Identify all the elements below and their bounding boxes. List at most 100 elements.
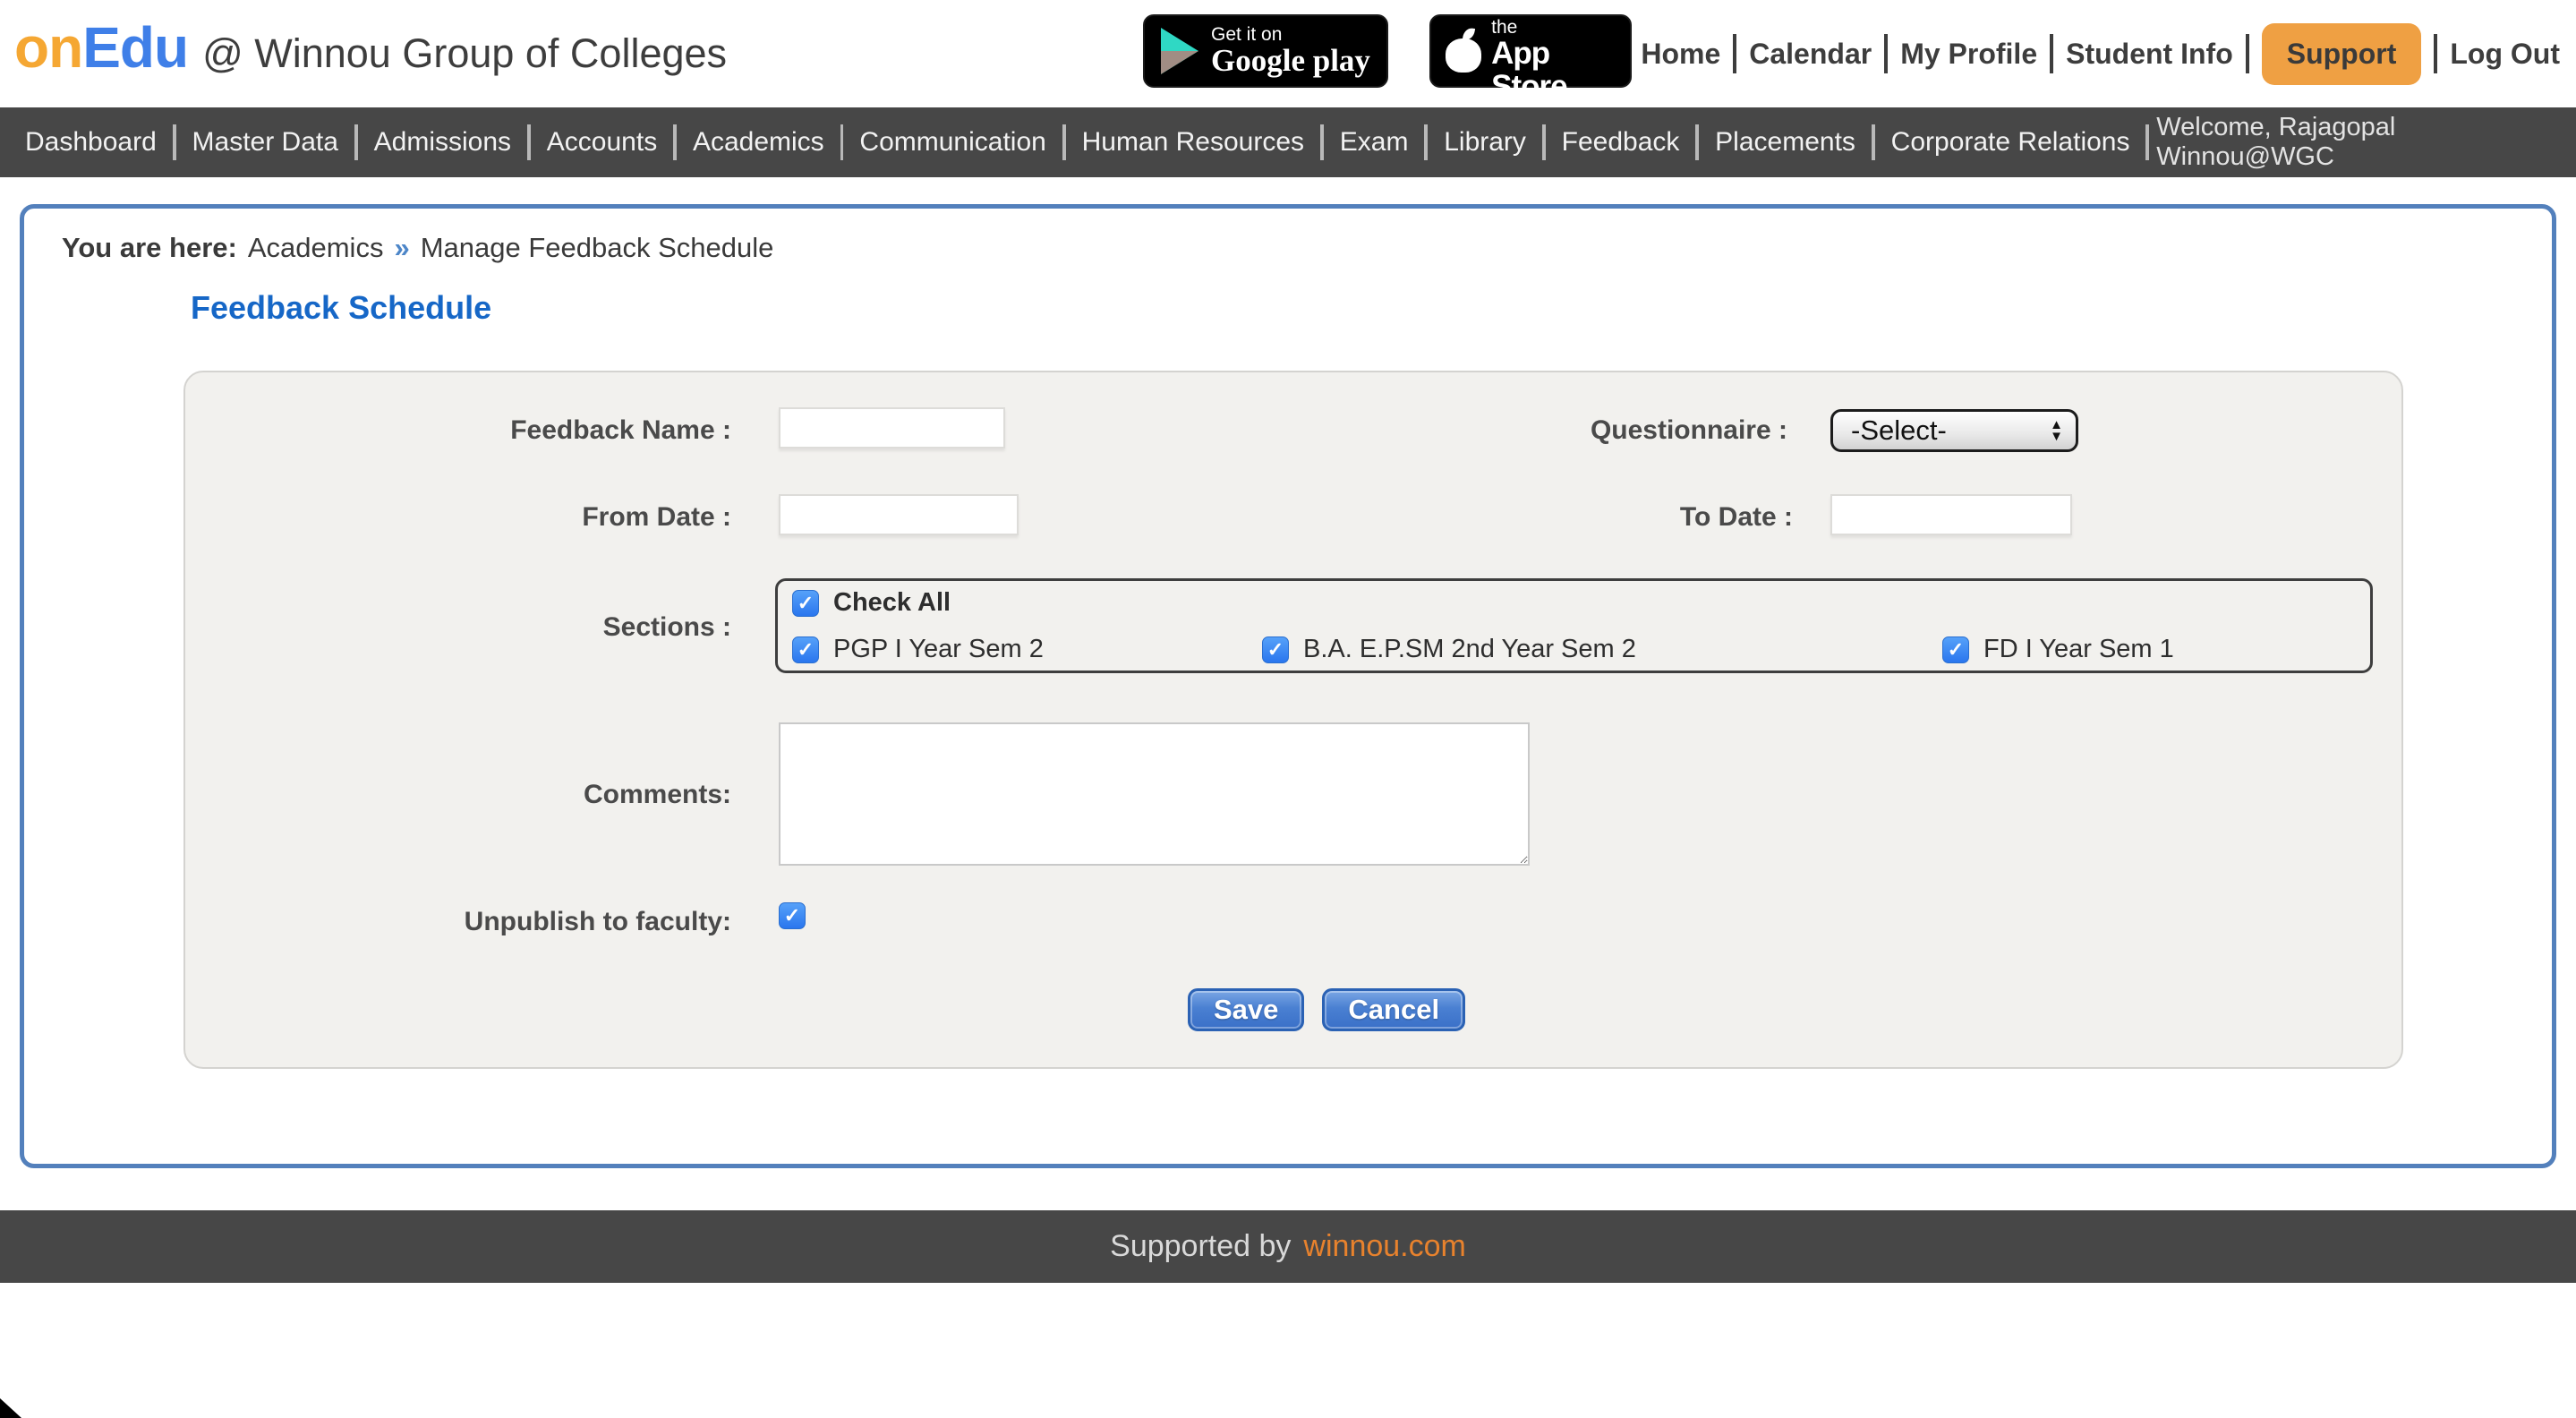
menu-separator bbox=[354, 124, 358, 160]
comments-label: Comments: bbox=[583, 780, 731, 809]
feedback-name-label: Feedback Name : bbox=[510, 415, 731, 445]
header: on Edu @ Winnou Group of Colleges Get it… bbox=[0, 0, 2576, 107]
check-icon: ✓ bbox=[797, 591, 815, 614]
feedback-name-input[interactable] bbox=[779, 407, 1005, 448]
nav-calendar[interactable]: Calendar bbox=[1749, 38, 1872, 71]
breadcrumb-separator-icon: » bbox=[394, 232, 410, 263]
menu-accounts[interactable]: Accounts bbox=[538, 127, 666, 158]
check-all-item: ✓ Check All bbox=[792, 588, 951, 618]
unpublish-item: ✓ bbox=[779, 902, 806, 929]
menu-separator bbox=[840, 124, 844, 160]
nav-separator bbox=[2434, 34, 2438, 73]
menu-feedback[interactable]: Feedback bbox=[1553, 127, 1689, 158]
section-item: ✓ B.A. E.P.SM 2nd Year Sem 2 bbox=[1262, 635, 1636, 664]
feedback-schedule-form: Feedback Name : Questionnaire : -Select-… bbox=[183, 371, 2403, 1069]
feedback-schedule-page: on Edu @ Winnou Group of Colleges Get it… bbox=[0, 0, 2576, 1418]
section-checkbox-pgp[interactable]: ✓ bbox=[792, 636, 819, 663]
google-play-icon bbox=[1161, 28, 1198, 74]
google-play-name: Google play bbox=[1211, 42, 1370, 78]
from-date-input[interactable] bbox=[779, 494, 1019, 535]
menu-separator bbox=[1695, 124, 1700, 160]
questionnaire-selected-value: -Select- bbox=[1851, 414, 1947, 446]
check-icon: ✓ bbox=[1267, 637, 1284, 661]
welcome-text: Welcome, Rajagopal Winnou@WGC bbox=[2156, 113, 2396, 171]
section-label: FD I Year Sem 1 bbox=[1983, 635, 2174, 663]
menu-exam[interactable]: Exam bbox=[1331, 127, 1418, 158]
to-date-input[interactable] bbox=[1830, 494, 2072, 535]
google-play-tagline: Get it on bbox=[1211, 23, 1283, 45]
menu-corporate-relations[interactable]: Corporate Relations bbox=[1882, 127, 2139, 158]
nav-home[interactable]: Home bbox=[1641, 38, 1720, 71]
menu-communication[interactable]: Communication bbox=[850, 127, 1054, 158]
page-title: Feedback Schedule bbox=[191, 289, 492, 326]
section-item: ✓ FD I Year Sem 1 bbox=[1942, 635, 2174, 664]
menu-separator bbox=[1424, 124, 1429, 160]
cancel-button[interactable]: Cancel bbox=[1322, 988, 1466, 1031]
google-play-badge[interactable]: Get it on Google play bbox=[1143, 14, 1388, 88]
menu-separator bbox=[2145, 124, 2150, 160]
nav-my-profile[interactable]: My Profile bbox=[1900, 38, 2037, 71]
nav-separator bbox=[2050, 34, 2054, 73]
content-panel: You are here: Academics » Manage Feedbac… bbox=[20, 204, 2556, 1168]
app-store-badge[interactable]: Download on the App Store bbox=[1429, 0, 1632, 103]
menu-academics[interactable]: Academics bbox=[684, 127, 833, 158]
check-icon: ✓ bbox=[783, 904, 801, 927]
menu-separator bbox=[1871, 124, 1875, 160]
menu-separator bbox=[1062, 124, 1066, 160]
menu-library[interactable]: Library bbox=[1435, 127, 1535, 158]
questionnaire-label: Questionnaire : bbox=[1590, 415, 1787, 445]
check-icon: ✓ bbox=[1947, 637, 1965, 661]
comments-textarea[interactable] bbox=[779, 722, 1530, 866]
menu-separator bbox=[1320, 124, 1324, 160]
app-store-tagline: Download on the bbox=[1491, 0, 1601, 38]
from-date-label: From Date : bbox=[582, 502, 731, 532]
sections-box: ✓ Check All ✓ PGP I Year Sem 2 ✓ B.A. E.… bbox=[775, 578, 2373, 673]
section-label: B.A. E.P.SM 2nd Year Sem 2 bbox=[1303, 635, 1636, 663]
menu-separator bbox=[1541, 124, 1546, 160]
footer: Supported by winnou.com bbox=[0, 1210, 2576, 1283]
nav-separator bbox=[1884, 34, 1889, 73]
check-all-label: Check All bbox=[833, 588, 951, 617]
questionnaire-select[interactable]: -Select- ▲ ▼ bbox=[1830, 409, 2078, 452]
unpublish-checkbox[interactable]: ✓ bbox=[779, 902, 806, 929]
menu-separator bbox=[673, 124, 677, 160]
breadcrumb-page: Manage Feedback Schedule bbox=[420, 232, 774, 263]
main-menubar: Dashboard Master Data Admissions Account… bbox=[0, 107, 2576, 177]
form-actions: Save Cancel bbox=[1188, 988, 1466, 1031]
menu-master-data[interactable]: Master Data bbox=[183, 127, 347, 158]
support-button[interactable]: Support bbox=[2261, 22, 2422, 85]
breadcrumb-prefix: You are here: bbox=[62, 232, 237, 263]
footer-link[interactable]: winnou.com bbox=[1303, 1229, 1465, 1264]
section-checkbox-ba[interactable]: ✓ bbox=[1262, 636, 1289, 663]
unpublish-label: Unpublish to faculty: bbox=[464, 907, 731, 936]
section-item: ✓ PGP I Year Sem 2 bbox=[792, 635, 1044, 664]
section-label: PGP I Year Sem 2 bbox=[833, 635, 1044, 663]
top-nav: Home Calendar My Profile Student Info Su… bbox=[1641, 0, 2560, 107]
logo-on-text: on bbox=[14, 15, 83, 80]
menu-separator bbox=[172, 124, 176, 160]
footer-text: Supported by bbox=[1110, 1229, 1292, 1263]
section-checkbox-fd[interactable]: ✓ bbox=[1942, 636, 1969, 663]
nav-separator bbox=[1733, 34, 1737, 73]
apple-icon bbox=[1446, 27, 1481, 73]
menu-dashboard[interactable]: Dashboard bbox=[16, 127, 166, 158]
app-store-name: App Store bbox=[1491, 36, 1567, 105]
menu-human-resources[interactable]: Human Resources bbox=[1073, 127, 1313, 158]
menu-separator bbox=[527, 124, 531, 160]
app-logo[interactable]: on Edu @ Winnou Group of Colleges bbox=[14, 14, 727, 81]
select-stepper-icon: ▲ ▼ bbox=[2050, 417, 2063, 444]
menu-admissions[interactable]: Admissions bbox=[365, 127, 520, 158]
menu-placements[interactable]: Placements bbox=[1706, 127, 1864, 158]
logo-suffix-text: @ Winnou Group of Colleges bbox=[202, 30, 728, 76]
check-all-checkbox[interactable]: ✓ bbox=[792, 589, 819, 617]
breadcrumb: You are here: Academics » Manage Feedbac… bbox=[62, 232, 773, 264]
check-icon: ✓ bbox=[797, 637, 815, 661]
breadcrumb-section[interactable]: Academics bbox=[248, 232, 384, 264]
cursor-artifact bbox=[0, 1398, 21, 1418]
nav-log-out[interactable]: Log Out bbox=[2450, 38, 2560, 71]
nav-student-info[interactable]: Student Info bbox=[2066, 38, 2233, 71]
sections-label: Sections : bbox=[602, 612, 731, 642]
nav-separator bbox=[2245, 34, 2249, 73]
logo-edu-text: Edu bbox=[82, 15, 189, 80]
save-button[interactable]: Save bbox=[1188, 988, 1305, 1031]
